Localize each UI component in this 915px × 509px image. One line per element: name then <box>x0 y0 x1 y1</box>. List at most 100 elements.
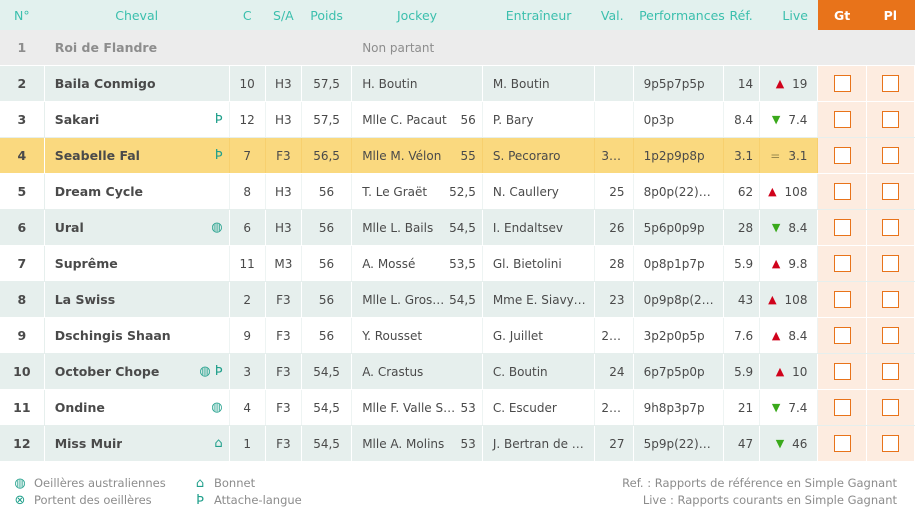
column-header-pl[interactable]: Pl <box>866 0 915 30</box>
checkbox-place[interactable] <box>881 255 899 272</box>
cell-jockey[interactable]: Mlle L. Grosso 54,5 <box>351 281 483 318</box>
cell-entraineur[interactable]: N. Caullery <box>482 173 596 210</box>
table-row[interactable]: 2 Baila Conmigo 10 H3 57,5 H. Boutin M. Bo… <box>0 65 915 102</box>
cell-entraineur[interactable]: P. Bary <box>482 101 596 138</box>
cell-entraineur[interactable]: Gl. Bietolini <box>482 245 596 282</box>
cell-place[interactable] <box>866 245 915 282</box>
cell-gagnant[interactable] <box>817 65 867 102</box>
cell-entraineur[interactable]: C. Escuder <box>482 389 596 426</box>
cell-place[interactable] <box>866 425 915 462</box>
cell-jockey[interactable]: Mlle M. Vélon 55 <box>351 137 483 174</box>
checkbox-gagnant[interactable] <box>833 183 851 200</box>
column-header-performances[interactable]: Performances <box>633 0 725 30</box>
column-header-ref[interactable]: Réf. <box>723 0 760 30</box>
table-row[interactable]: 3 Sakari Þ 12 H3 57,5 Mlle C. Pacaut 56 P.… <box>0 101 915 138</box>
table-row[interactable]: 7 Suprême 11 M3 56 A. Mossé 53,5 Gl. Bieto… <box>0 245 915 282</box>
cell-entraineur[interactable]: G. Juillet <box>482 317 596 354</box>
column-header-entraineur[interactable]: Entraîneur <box>482 0 595 30</box>
column-header-live[interactable]: Live <box>759 0 818 30</box>
cell-gagnant[interactable] <box>817 137 867 174</box>
checkbox-place[interactable] <box>881 219 899 236</box>
cell-cheval[interactable]: Seabelle Fal Þ <box>44 137 230 174</box>
column-header-poids[interactable]: Poids <box>301 0 352 30</box>
cell-place[interactable] <box>866 65 915 102</box>
cell-cheval[interactable]: Ural ◍ <box>44 209 230 246</box>
table-row[interactable]: 4 Seabelle Fal Þ 7 F3 56,5 Mlle M. Vélon 5… <box>0 137 915 174</box>
checkbox-gagnant[interactable] <box>833 291 851 308</box>
cell-gagnant[interactable] <box>817 317 867 354</box>
column-header-c[interactable]: C <box>229 0 266 30</box>
cell-place[interactable] <box>866 353 915 390</box>
cell-entraineur[interactable]: S. Pecoraro <box>482 137 596 174</box>
cell-place[interactable] <box>866 209 915 246</box>
cell-cheval[interactable]: Sakari Þ <box>44 101 230 138</box>
cell-place[interactable] <box>866 137 915 174</box>
cell-gagnant[interactable] <box>817 209 867 246</box>
cell-cheval[interactable]: Baila Conmigo <box>44 65 230 102</box>
cell-gagnant[interactable] <box>817 281 867 318</box>
column-header-cheval[interactable]: Cheval <box>44 0 230 30</box>
cell-jockey[interactable]: Mlle A. Molins 53 <box>351 425 483 462</box>
cell-cheval[interactable]: La Swiss <box>44 281 230 318</box>
checkbox-gagnant[interactable] <box>833 399 851 416</box>
cell-gagnant[interactable] <box>817 353 867 390</box>
cell-entraineur[interactable]: C. Boutin <box>482 353 596 390</box>
cell-gagnant[interactable] <box>817 245 867 282</box>
cell-place[interactable] <box>866 101 915 138</box>
cell-entraineur[interactable] <box>482 30 596 66</box>
cell-gagnant[interactable] <box>817 101 867 138</box>
checkbox-gagnant[interactable] <box>833 435 851 452</box>
checkbox-gagnant[interactable] <box>833 255 851 272</box>
checkbox-gagnant[interactable] <box>833 219 851 236</box>
column-header-gt[interactable]: Gt <box>817 0 867 30</box>
cell-place[interactable] <box>866 317 915 354</box>
checkbox-place[interactable] <box>881 363 899 380</box>
column-header-jockey[interactable]: Jockey <box>351 0 483 30</box>
cell-cheval[interactable]: Dream Cycle <box>44 173 230 210</box>
cell-entraineur[interactable]: Mme E. Siavy-Ju… <box>482 281 596 318</box>
cell-entraineur[interactable]: M. Boutin <box>482 65 596 102</box>
table-row[interactable]: 5 Dream Cycle 8 H3 56 T. Le Graët 52,5 N. … <box>0 173 915 210</box>
cell-gagnant[interactable] <box>817 425 867 462</box>
column-header-sa[interactable]: S/A <box>265 0 302 30</box>
table-row[interactable]: 6 Ural ◍ 6 H3 56 Mlle L. Bails 54,5 I. End… <box>0 209 915 246</box>
cell-jockey[interactable]: H. Boutin <box>351 65 483 102</box>
checkbox-place[interactable] <box>881 111 899 128</box>
cell-place[interactable] <box>866 173 915 210</box>
cell-gagnant[interactable] <box>817 173 867 210</box>
cell-place[interactable] <box>866 281 915 318</box>
checkbox-place[interactable] <box>881 75 899 92</box>
checkbox-gagnant[interactable] <box>833 75 851 92</box>
checkbox-gagnant[interactable] <box>833 327 851 344</box>
checkbox-place[interactable] <box>881 435 899 452</box>
table-row[interactable]: 10 October Chope ◍ Þ 3 F3 54,5 A. Crastus C… <box>0 353 915 390</box>
checkbox-place[interactable] <box>881 291 899 308</box>
table-row[interactable]: 12 Miss Muir ⌂ 1 F3 54,5 Mlle A. Molins 53… <box>0 425 915 462</box>
cell-jockey[interactable]: A. Crastus <box>351 353 483 390</box>
cell-entraineur[interactable]: J. Bertran de Ba… <box>482 425 596 462</box>
cell-jockey[interactable]: Mlle F. Valle S… 53 <box>351 389 483 426</box>
column-header-val[interactable]: Val. <box>594 0 634 30</box>
cell-cheval[interactable]: Roi de Flandre <box>44 30 230 66</box>
checkbox-place[interactable] <box>881 183 899 200</box>
cell-jockey[interactable]: Non partant <box>351 30 483 66</box>
cell-cheval[interactable]: October Chope ◍ Þ <box>44 353 230 390</box>
table-row[interactable]: 1 Roi de Flandre Non partant <box>0 30 915 66</box>
checkbox-place[interactable] <box>881 399 899 416</box>
cell-jockey[interactable]: Y. Rousset <box>351 317 483 354</box>
cell-jockey[interactable]: T. Le Graët 52,5 <box>351 173 483 210</box>
table-row[interactable]: 8 La Swiss 2 F3 56 Mlle L. Grosso 54,5 Mme… <box>0 281 915 318</box>
checkbox-gagnant[interactable] <box>833 363 851 380</box>
cell-jockey[interactable]: Mlle L. Bails 54,5 <box>351 209 483 246</box>
checkbox-gagnant[interactable] <box>833 147 851 164</box>
table-row[interactable]: 11 Ondine ◍ 4 F3 54,5 Mlle F. Valle S… 53 … <box>0 389 915 426</box>
cell-cheval[interactable]: Ondine ◍ <box>44 389 230 426</box>
cell-jockey[interactable]: Mlle C. Pacaut 56 <box>351 101 483 138</box>
table-row[interactable]: 9 Dschingis Shaan 9 F3 56 Y. Rousset G. Ju… <box>0 317 915 354</box>
cell-gagnant[interactable] <box>817 389 867 426</box>
column-header-num[interactable]: N° <box>0 0 45 30</box>
checkbox-gagnant[interactable] <box>833 111 851 128</box>
cell-entraineur[interactable]: I. Endaltsev <box>482 209 596 246</box>
cell-place[interactable] <box>866 389 915 426</box>
cell-cheval[interactable]: Miss Muir ⌂ <box>44 425 230 462</box>
